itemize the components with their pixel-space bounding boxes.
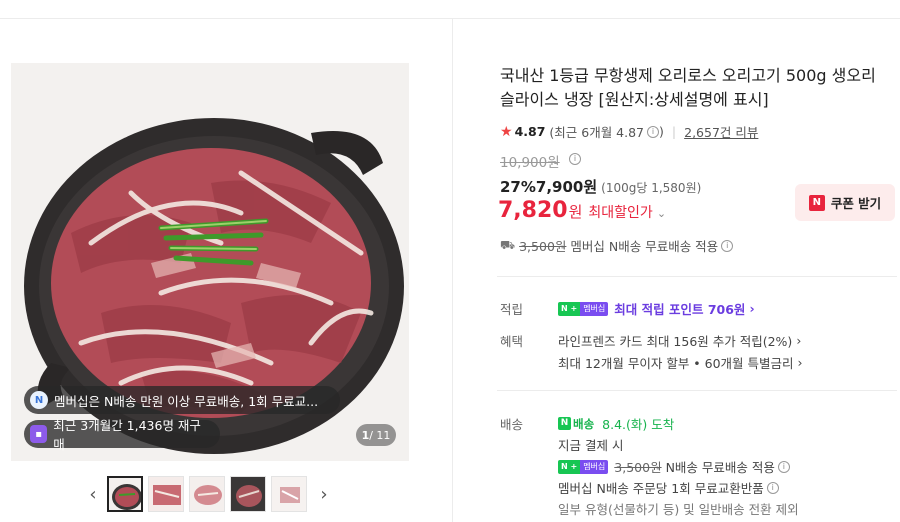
n-delivery-badge: N 배송 [558,416,594,432]
chevron-right-icon: › [749,301,755,316]
thumbnail-2[interactable] [148,476,184,512]
max-price-currency: 원 [568,203,583,221]
benefit-label: 혜택 [500,334,524,349]
pay-now-text: 지금 결제 시 [558,438,624,453]
membership-pill-text: 멤버십은 N배송 만원 이상 무료배송, 1회 무료교... [54,393,319,409]
thumbnail-1[interactable] [107,476,143,512]
repurchase-pill-text: 최근 3개월간 1,436명 재구매 [53,418,201,452]
arrival-date: 8.4.(화) 도착 [602,417,675,432]
discount-rate: 27% [500,178,536,196]
thumbnail-strip: ‹ › [84,476,333,512]
points-row[interactable]: N + 멤버십 최대 적립 포인트 706원 › [558,299,755,318]
chevron-left-icon[interactable]: ‹ [84,484,102,505]
naver-plus-membership-badge: N + 멤버십 [558,459,609,474]
divider: | [671,124,677,139]
rating-row: ★ 4.87 (최근 6개월 4.87 i) | 2,657건 리뷰 [500,122,758,141]
rating-score: 4.87 [514,124,546,139]
free-shipping-text: N배송 무료배송 적용 [665,460,775,475]
exchange-text: 멤버십 N배송 주문당 1회 무료교환반품 [558,481,764,496]
chevron-right-icon[interactable]: › [315,484,333,505]
image-counter-current: 1 [361,428,370,442]
delivery-label: 배송 [500,417,524,432]
coupon-button[interactable]: N 쿠폰 받기 [795,184,895,221]
image-counter: 1 / 11 [356,424,396,446]
shipping-old-price: 3,500원 [519,239,567,254]
sale-price-row: 27%7,900원 (100g당 1,580원) [500,176,701,197]
thumbnail-3[interactable] [189,476,225,512]
membership-icon: N [30,391,48,409]
thumbnail-4[interactable] [230,476,266,512]
chevron-down-icon[interactable]: ⌄ [657,207,666,220]
benefit-line2: 최대 12개월 무이자 할부 • 60개월 특별금리 [558,356,794,371]
shipping-text: 멤버십 N배송 무료배송 적용 [570,239,719,254]
chevron-right-icon: › [796,333,802,348]
max-discount-price[interactable]: 7,820 원 최대할인가 ⌄ [498,198,666,223]
free-shipping-row: N + 멤버십 3,500원 N배송 무료배송 적용 i [558,457,790,476]
info-icon[interactable]: i [721,239,734,252]
truck-icon: ⛟ [500,237,516,252]
original-price: 10,900원 [500,155,560,171]
rating-detail-end: ) [659,124,664,139]
exchange-row: 멤버십 N배송 주문당 1회 무료교환반품 i [558,478,779,497]
info-icon[interactable]: i [766,481,779,494]
shipping-summary: ⛟ 3,500원 멤버십 N배송 무료배송 적용 i [500,236,734,255]
rating-detail: (최근 6개월 4.87 [549,125,645,140]
section-divider [497,276,897,277]
thumbnail-5[interactable] [271,476,307,512]
column-divider [452,19,453,522]
bag-icon: ▪ [30,425,48,443]
section-divider [497,390,897,391]
unit-price: (100g당 1,580원) [601,181,702,195]
exclude-text: 일부 유형(선물하기 등) 및 일반배송 전환 제외 [558,502,799,517]
max-price-label: 최대할인가 [588,205,653,221]
naver-plus-membership-badge: N + 멤버십 [558,301,609,316]
points-label: 적립 [500,302,524,317]
sale-price: 7,900원 [535,178,598,196]
reviews-link[interactable]: 2,657건 리뷰 [684,122,758,141]
info-icon[interactable]: i [569,153,581,165]
info-icon[interactable]: i [647,125,660,138]
benefit-line1: 라인프렌즈 카드 최대 156원 추가 적립(2%) [558,334,793,349]
image-counter-total: / 11 [369,428,391,442]
star-icon: ★ [500,123,513,140]
info-icon[interactable]: i [777,460,790,473]
top-divider [0,18,900,19]
naver-n-icon: N [558,417,571,430]
benefit-card-row[interactable]: 라인프렌즈 카드 최대 156원 추가 적립(2%) › [558,331,801,350]
free-shipping-old-price: 3,500원 [614,460,662,475]
max-price-number: 7,820 [498,198,568,223]
delivery-arrival-row: N 배송 8.4.(화) 도착 [558,414,674,433]
coupon-label: 쿠폰 받기 [830,196,882,211]
chevron-right-icon: › [797,355,803,370]
membership-info-pill[interactable]: N 멤버십은 N배송 만원 이상 무료배송, 1회 무료교... [24,386,340,414]
points-text: 최대 적립 포인트 706원 [614,302,746,317]
repurchase-pill: ▪ 최근 3개월간 1,436명 재구매 [24,418,220,452]
benefit-installment-row[interactable]: 최대 12개월 무이자 할부 • 60개월 특별금리 › [558,353,803,372]
product-title: 국내산 1등급 무항생제 오리로스 오리고기 500g 생오리 슬라이스 냉장 … [500,66,876,109]
naver-n-icon: N [808,194,825,211]
